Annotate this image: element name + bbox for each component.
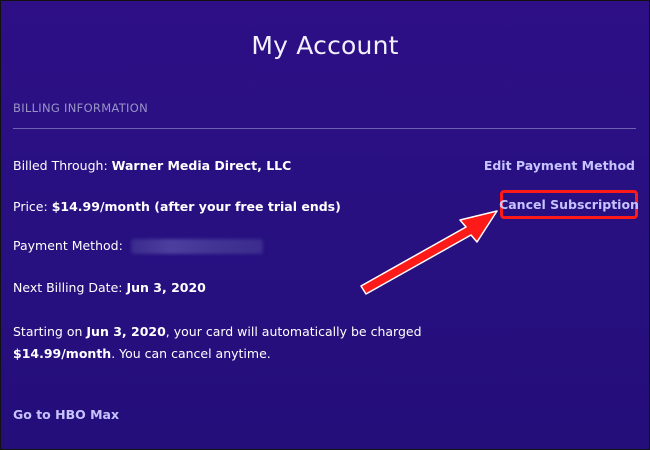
account-page: My Account BILLING INFORMATION Billed Th… bbox=[0, 0, 650, 450]
red-arrow-icon bbox=[360, 210, 498, 295]
